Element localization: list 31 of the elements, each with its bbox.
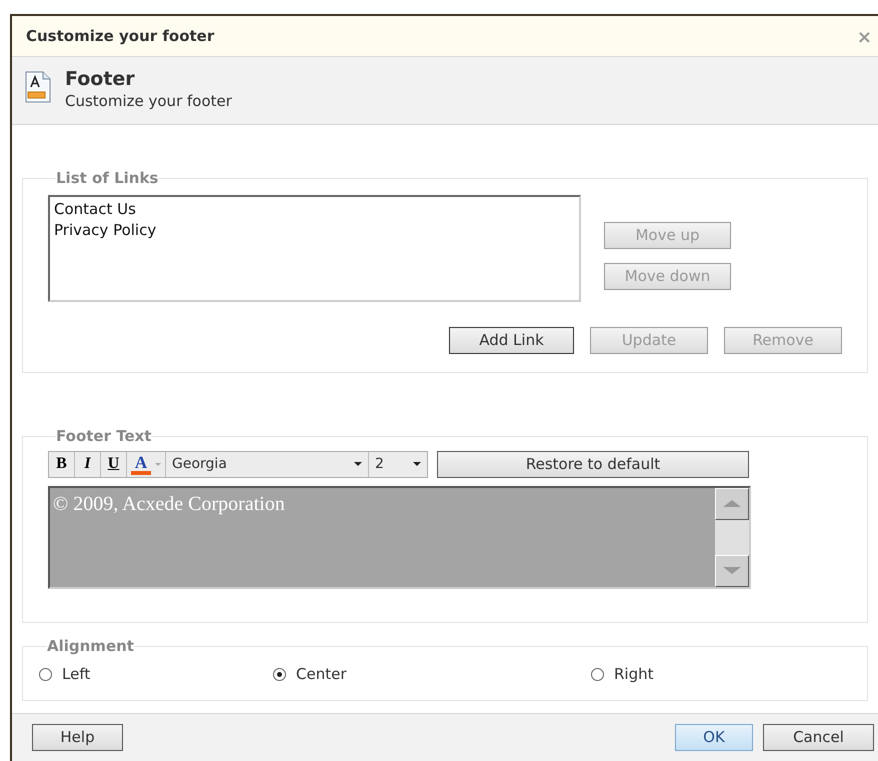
alignment-radio[interactable]: Right: [591, 662, 654, 686]
restore-default-button[interactable]: Restore to default: [437, 450, 749, 478]
window-title: Customize your footer: [26, 26, 214, 47]
font-dropdown[interactable]: Georgia: [166, 452, 369, 477]
dialog-button[interactable]: OK: [675, 724, 753, 752]
radio-icon[interactable]: [591, 668, 604, 681]
header-title: Footer: [65, 68, 136, 90]
link-item[interactable]: Privacy Policy: [54, 220, 575, 241]
header-subtitle: Customize your footer: [65, 90, 232, 112]
bold-button[interactable]: B: [49, 452, 75, 477]
alignment-radio[interactable]: Left: [39, 662, 273, 686]
size-dropdown[interactable]: 2: [369, 452, 427, 477]
caret-icon: [155, 462, 161, 466]
link-action-button[interactable]: Add Link: [449, 326, 574, 354]
alignment-radio[interactable]: Center: [273, 662, 591, 686]
caret-icon: [354, 462, 362, 466]
radio-icon[interactable]: [39, 668, 52, 681]
document-icon: [25, 70, 51, 103]
dialog-button[interactable]: Cancel: [763, 724, 874, 752]
links-listbox[interactable]: Contact Us Privacy Policy: [48, 194, 581, 302]
dialog-button[interactable]: Help: [32, 724, 123, 752]
editor-text: © 2009, Acxede Corporation: [52, 492, 286, 517]
radio-icon[interactable]: [273, 668, 286, 681]
font-color-button[interactable]: A: [127, 452, 166, 477]
italic-button[interactable]: I: [75, 452, 101, 477]
underline-button[interactable]: U: [101, 452, 127, 477]
group-label: List of Links: [56, 168, 158, 190]
group-label: Alignment: [47, 636, 134, 658]
group-label: Footer Text: [56, 426, 152, 448]
caret-icon: [413, 462, 421, 466]
link-item[interactable]: Contact Us: [54, 198, 575, 220]
